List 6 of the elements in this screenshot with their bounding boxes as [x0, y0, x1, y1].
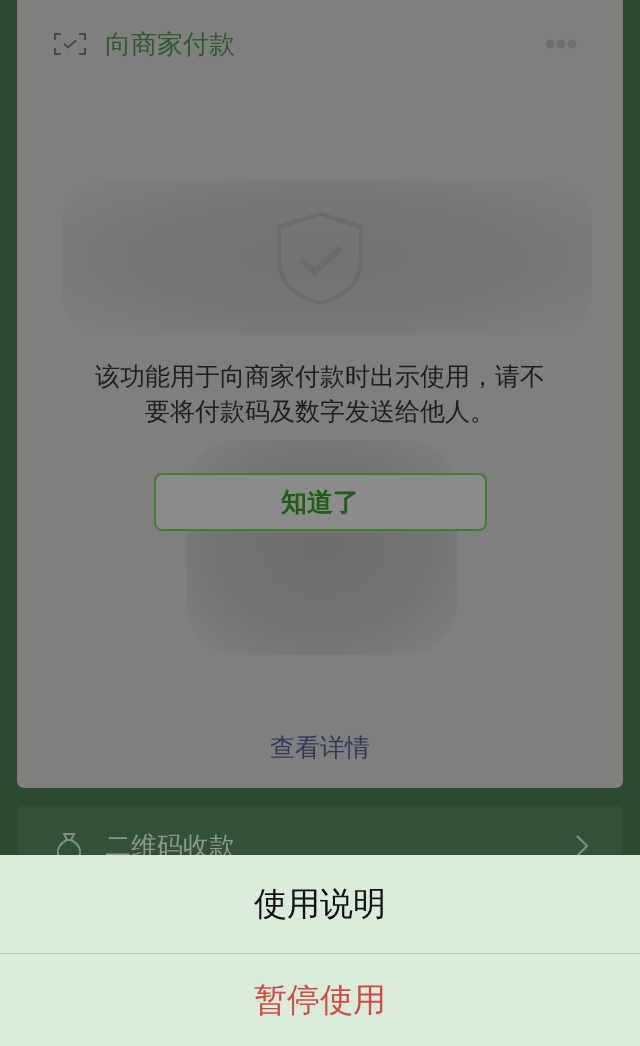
view-details-link[interactable]: 查看详情	[270, 730, 370, 766]
card-title: 向商家付款	[105, 28, 235, 61]
got-it-button[interactable]: 知道了	[153, 473, 487, 531]
chevron-right-icon	[575, 834, 589, 858]
warning-message: 该功能用于向商家付款时出示使用，请不要将付款码及数字发送给他人。	[94, 361, 546, 428]
scan-frame-check-icon	[54, 33, 86, 55]
